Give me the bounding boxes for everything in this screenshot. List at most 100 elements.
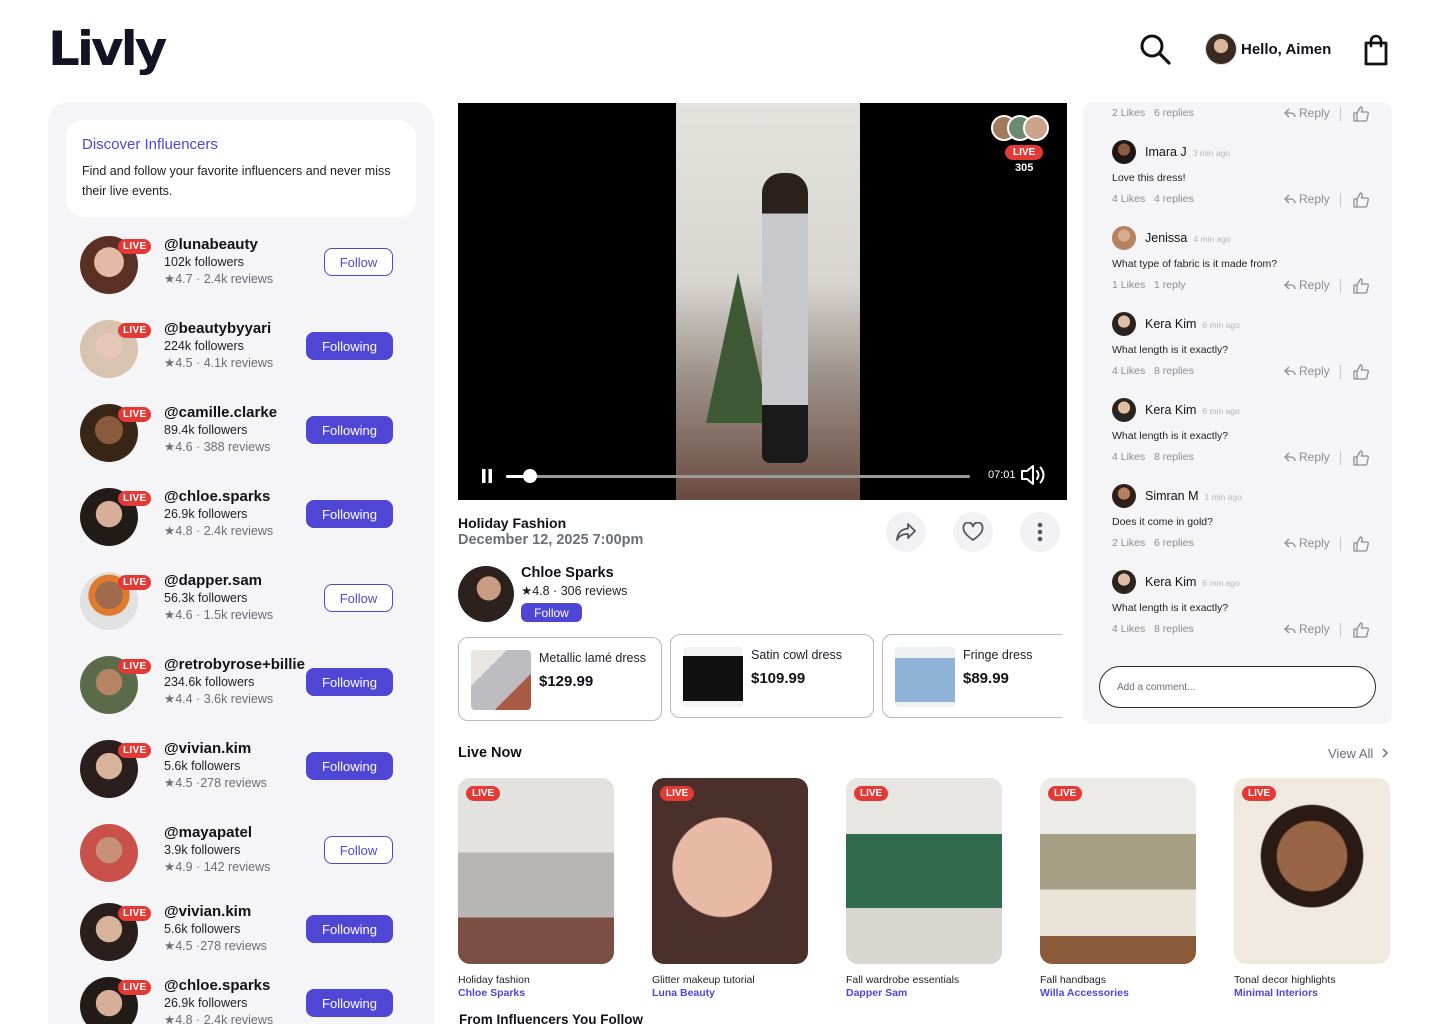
influencer-reviews: ★4.7 · 2.4k reviews [164, 272, 274, 286]
live-stream-host[interactable]: Dapper Sam [846, 987, 1002, 999]
add-comment-input[interactable]: Add a comment... [1099, 666, 1376, 708]
view-all-link[interactable]: View All [1328, 746, 1389, 761]
influencer-info: @retrobyrose+billie 234.6k followers ★4.… [164, 656, 305, 708]
influencer-row[interactable]: LIVE @vivian.kim 5.6k followers ★4.5 ·27… [80, 901, 410, 985]
influencer-handle[interactable]: @vivian.kim [164, 903, 267, 921]
influencer-handle[interactable]: @camille.clarke [164, 404, 277, 422]
following-button[interactable]: Following [306, 500, 393, 528]
following-button[interactable]: Following [306, 668, 393, 696]
influencer-handle[interactable]: @beautybyyari [164, 320, 273, 338]
thumbs-up-icon[interactable] [1352, 621, 1370, 639]
live-stream-thumbnail[interactable]: LIVE [652, 778, 808, 964]
influencer-reviews: ★4.4 · 3.6k reviews [164, 692, 274, 706]
video-time: 07:01 [988, 469, 1016, 481]
user-menu[interactable]: Hello, Aimen [1205, 33, 1331, 65]
product-card[interactable]: Fringe dress $89.99 [882, 634, 1062, 718]
following-button[interactable]: Following [306, 332, 393, 360]
live-stream-title: Tonal decor highlights [1234, 974, 1336, 986]
comment-meta: 4 Likes 4 replies Reply [1112, 191, 1372, 211]
live-stream-card[interactable]: LIVE Tonal decor highlights Minimal Inte… [1234, 778, 1390, 999]
thumbs-up-icon[interactable] [1352, 277, 1370, 295]
reply-button[interactable]: Reply [1284, 450, 1330, 464]
influencer-avatar[interactable] [80, 824, 138, 882]
thumbs-up-icon[interactable] [1352, 449, 1370, 467]
host-follow-button[interactable]: Follow [521, 603, 582, 622]
live-stream-card[interactable]: LIVE Holiday fashion Chloe Sparks [458, 778, 614, 999]
influencer-row[interactable]: LIVE @camille.clarke 89.4k followers ★4.… [80, 402, 410, 486]
influencer-row[interactable]: @mayapatel 3.9k followers ★4.9 · 142 rev… [80, 822, 410, 906]
live-stream-host[interactable]: Luna Beauty [652, 987, 808, 999]
reply-button[interactable]: Reply [1284, 364, 1330, 378]
following-button[interactable]: Following [306, 989, 393, 1017]
influencer-row[interactable]: LIVE @retrobyrose+billie 234.6k follower… [80, 654, 410, 738]
video-player[interactable]: LIVE 305 07:01 [458, 103, 1067, 500]
product-name: Fringe dress [963, 648, 1033, 662]
host-avatar[interactable] [458, 566, 514, 622]
influencer-handle[interactable]: @chloe.sparks [164, 488, 273, 506]
search-icon[interactable] [1138, 32, 1172, 66]
influencer-handle[interactable]: @lunabeauty [164, 236, 273, 254]
influencer-handle[interactable]: @dapper.sam [164, 572, 273, 590]
product-image [895, 647, 955, 707]
thumbs-up-icon[interactable] [1352, 105, 1370, 123]
live-stream-card[interactable]: LIVE Fall handbags Willa Accessories [1040, 778, 1196, 999]
live-badge: LIVE [118, 659, 152, 674]
live-stream-host[interactable]: Chloe Sparks [458, 987, 614, 999]
live-badge: LIVE [1242, 786, 1277, 801]
user-greeting: Hello, Aimen [1241, 40, 1332, 58]
video-frame [676, 103, 860, 500]
following-button[interactable]: Following [306, 416, 393, 444]
progress-bar[interactable] [506, 469, 970, 483]
influencer-sidebar: Discover Influencers Find and follow you… [48, 102, 434, 1024]
reply-button[interactable]: Reply [1284, 106, 1330, 120]
live-stream-thumbnail[interactable]: LIVE [458, 778, 614, 964]
live-stream-thumbnail[interactable]: LIVE [846, 778, 1002, 964]
live-stream-host[interactable]: Minimal Interiors [1234, 987, 1390, 999]
influencer-handle[interactable]: @mayapatel [164, 824, 270, 842]
reply-button[interactable]: Reply [1284, 536, 1330, 550]
product-card[interactable]: Metallic lamé dress $129.99 [458, 637, 662, 721]
influencer-handle[interactable]: @vivian.kim [164, 740, 267, 758]
following-button[interactable]: Following [306, 915, 393, 943]
shopping-bag-icon[interactable] [1362, 34, 1390, 66]
live-stream-card[interactable]: LIVE Fall wardrobe essentials Dapper Sam [846, 778, 1002, 999]
progress-knob[interactable] [522, 469, 537, 483]
live-stream-card[interactable]: LIVE Glitter makeup tutorial Luna Beauty [652, 778, 808, 999]
pause-icon[interactable] [480, 469, 494, 483]
follow-button[interactable]: Follow [324, 584, 393, 612]
influencer-row[interactable]: LIVE @vivian.kim 5.6k followers ★4.5 ·27… [80, 738, 410, 822]
product-name: Metallic lamé dress [539, 651, 646, 665]
influencer-info: @camille.clarke 89.4k followers ★4.6 · 3… [164, 404, 277, 456]
reply-button[interactable]: Reply [1284, 278, 1330, 292]
influencer-followers: 5.6k followers [164, 922, 241, 936]
stream-date: December 12, 2025 7:00pm [458, 532, 644, 548]
live-stream-thumbnail[interactable]: LIVE [1040, 778, 1196, 964]
influencer-handle[interactable]: @retrobyrose+billie [164, 656, 305, 674]
like-button[interactable] [953, 512, 993, 552]
host-name[interactable]: Chloe Sparks [521, 565, 614, 581]
influencer-row[interactable]: LIVE @chloe.sparks 26.9k followers ★4.8 … [80, 486, 410, 570]
chevron-right-icon [1382, 748, 1388, 758]
viewer-avatars [991, 115, 1049, 141]
follow-button[interactable]: Follow [324, 248, 393, 276]
influencer-row[interactable]: LIVE @dapper.sam 56.3k followers ★4.6 · … [80, 570, 410, 654]
influencer-row[interactable]: LIVE @lunabeauty 102k followers ★4.7 · 2… [80, 234, 410, 318]
product-card[interactable]: Satin cowl dress $109.99 [670, 634, 874, 718]
video-presenter [762, 173, 808, 463]
reply-button[interactable]: Reply [1284, 622, 1330, 636]
influencer-row[interactable]: LIVE @chloe.sparks 26.9k followers ★4.8 … [80, 975, 410, 1024]
influencer-row[interactable]: LIVE @beautybyyari 224k followers ★4.5 ·… [80, 318, 410, 402]
influencer-handle[interactable]: @chloe.sparks [164, 977, 273, 995]
livly-logo[interactable]: Livly [48, 23, 167, 74]
more-options-button[interactable] [1020, 512, 1060, 552]
follow-button[interactable]: Follow [324, 836, 393, 864]
thumbs-up-icon[interactable] [1352, 363, 1370, 381]
thumbs-up-icon[interactable] [1352, 191, 1370, 209]
reply-button[interactable]: Reply [1284, 192, 1330, 206]
following-button[interactable]: Following [306, 752, 393, 780]
thumbs-up-icon[interactable] [1352, 535, 1370, 553]
live-stream-thumbnail[interactable]: LIVE [1234, 778, 1390, 964]
live-stream-host[interactable]: Willa Accessories [1040, 987, 1196, 999]
share-button[interactable] [886, 512, 926, 552]
volume-icon[interactable] [1020, 463, 1048, 487]
